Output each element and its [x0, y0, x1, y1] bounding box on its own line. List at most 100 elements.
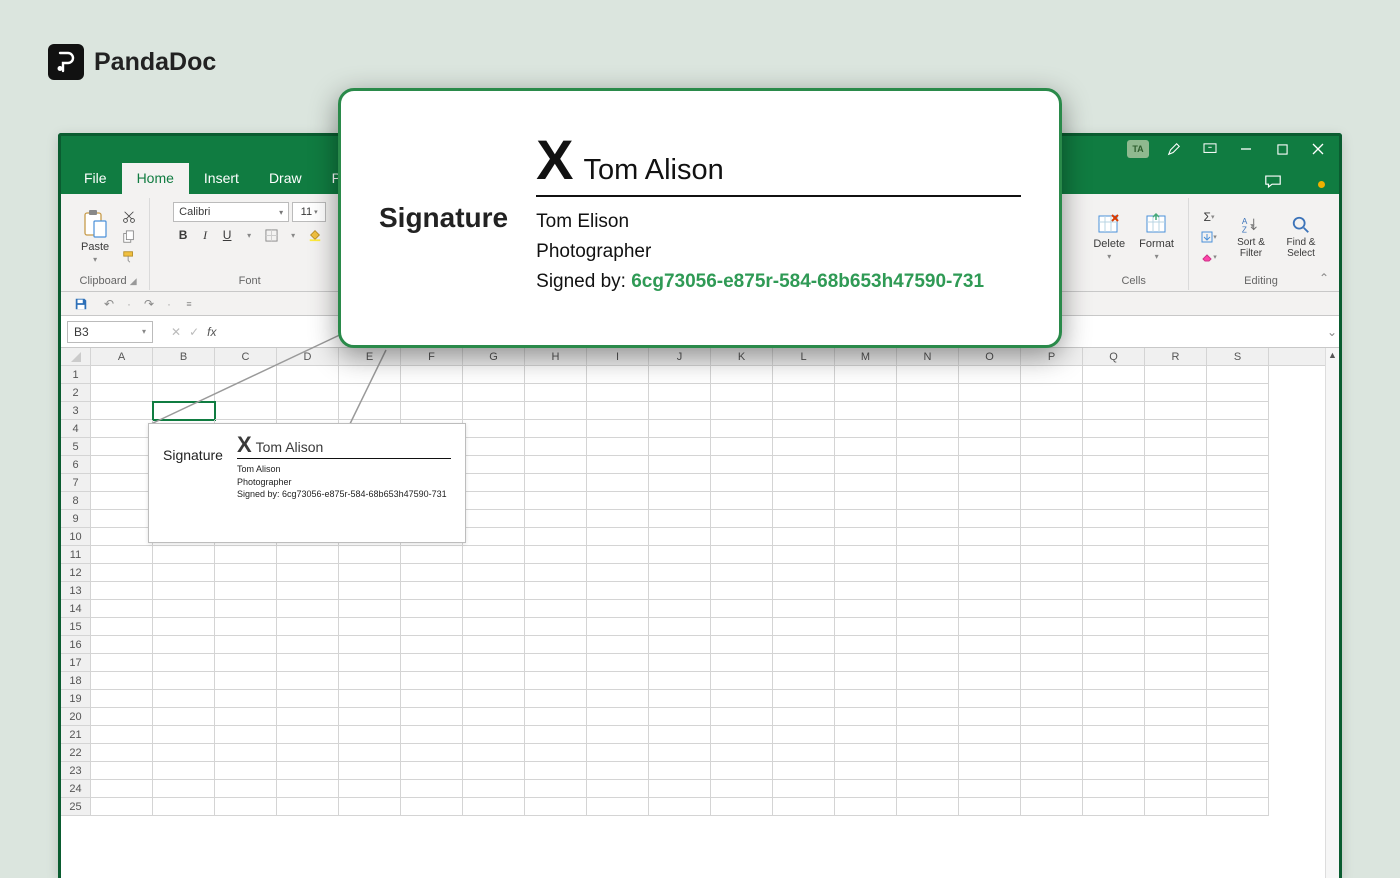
- cell[interactable]: [525, 690, 587, 708]
- cell[interactable]: [711, 654, 773, 672]
- cell[interactable]: [959, 798, 1021, 816]
- cell[interactable]: [587, 456, 649, 474]
- cell[interactable]: [773, 420, 835, 438]
- cell[interactable]: [773, 690, 835, 708]
- cell[interactable]: [1145, 600, 1207, 618]
- cell[interactable]: [339, 618, 401, 636]
- cell[interactable]: [1207, 528, 1269, 546]
- cell[interactable]: [587, 474, 649, 492]
- cell[interactable]: [1021, 636, 1083, 654]
- cell[interactable]: [1207, 510, 1269, 528]
- cell[interactable]: [711, 744, 773, 762]
- cell[interactable]: [711, 510, 773, 528]
- cell[interactable]: [401, 600, 463, 618]
- cell[interactable]: [711, 762, 773, 780]
- cell[interactable]: [587, 690, 649, 708]
- cell[interactable]: [835, 420, 897, 438]
- cell[interactable]: [1021, 744, 1083, 762]
- cell[interactable]: [959, 564, 1021, 582]
- autosum-button[interactable]: Σ ▾: [1199, 208, 1219, 226]
- cell[interactable]: [339, 780, 401, 798]
- cell[interactable]: [339, 402, 401, 420]
- cell[interactable]: [711, 798, 773, 816]
- cell[interactable]: [649, 492, 711, 510]
- cell[interactable]: [463, 708, 525, 726]
- cell[interactable]: [959, 618, 1021, 636]
- cell[interactable]: [959, 708, 1021, 726]
- cell[interactable]: [401, 690, 463, 708]
- cell[interactable]: [525, 366, 587, 384]
- cell[interactable]: [277, 690, 339, 708]
- cell[interactable]: [773, 528, 835, 546]
- comments-icon[interactable]: [1264, 174, 1282, 194]
- cell[interactable]: [153, 726, 215, 744]
- cell[interactable]: [1021, 762, 1083, 780]
- cell[interactable]: [1145, 438, 1207, 456]
- cell[interactable]: [277, 654, 339, 672]
- cell[interactable]: [91, 600, 153, 618]
- cell[interactable]: [897, 510, 959, 528]
- cell[interactable]: [277, 366, 339, 384]
- cell[interactable]: [1145, 456, 1207, 474]
- cell[interactable]: [711, 438, 773, 456]
- tab-draw[interactable]: Draw: [254, 163, 317, 194]
- cell[interactable]: [711, 402, 773, 420]
- cell[interactable]: [649, 780, 711, 798]
- column-header[interactable]: C: [215, 348, 277, 365]
- cell[interactable]: [711, 726, 773, 744]
- cell[interactable]: [463, 402, 525, 420]
- cell[interactable]: [1083, 402, 1145, 420]
- cell[interactable]: [711, 384, 773, 402]
- cell[interactable]: [277, 780, 339, 798]
- cell[interactable]: [1021, 600, 1083, 618]
- cell[interactable]: [339, 744, 401, 762]
- cell[interactable]: [587, 744, 649, 762]
- cell[interactable]: [401, 762, 463, 780]
- cell[interactable]: [773, 726, 835, 744]
- vertical-scrollbar[interactable]: ▲: [1325, 348, 1339, 878]
- cell[interactable]: [91, 798, 153, 816]
- cell[interactable]: [1207, 582, 1269, 600]
- cell[interactable]: [463, 798, 525, 816]
- cell[interactable]: [773, 456, 835, 474]
- cell[interactable]: [153, 546, 215, 564]
- cell[interactable]: [1021, 456, 1083, 474]
- cell[interactable]: [711, 708, 773, 726]
- cell[interactable]: [959, 366, 1021, 384]
- cell[interactable]: [277, 672, 339, 690]
- cell[interactable]: [587, 780, 649, 798]
- cell[interactable]: [835, 726, 897, 744]
- cell[interactable]: [91, 546, 153, 564]
- column-header[interactable]: B: [153, 348, 215, 365]
- cell[interactable]: [1021, 492, 1083, 510]
- cell[interactable]: [339, 600, 401, 618]
- cell[interactable]: [153, 564, 215, 582]
- close-button[interactable]: [1301, 136, 1335, 162]
- cell[interactable]: [773, 510, 835, 528]
- cell[interactable]: [587, 762, 649, 780]
- cell[interactable]: [1207, 762, 1269, 780]
- cell[interactable]: [1083, 780, 1145, 798]
- cell[interactable]: [1207, 564, 1269, 582]
- cell[interactable]: [525, 708, 587, 726]
- cell[interactable]: [1083, 438, 1145, 456]
- cell[interactable]: [339, 654, 401, 672]
- cell[interactable]: [587, 618, 649, 636]
- cell[interactable]: [1207, 798, 1269, 816]
- cell[interactable]: [215, 546, 277, 564]
- cell[interactable]: [835, 690, 897, 708]
- formula-cancel-icon[interactable]: ✕: [171, 325, 181, 339]
- cell[interactable]: [525, 636, 587, 654]
- cell[interactable]: [1021, 546, 1083, 564]
- cell[interactable]: [401, 726, 463, 744]
- cell[interactable]: [153, 654, 215, 672]
- cell[interactable]: [587, 420, 649, 438]
- cell[interactable]: [153, 780, 215, 798]
- cell[interactable]: [711, 456, 773, 474]
- tab-insert[interactable]: Insert: [189, 163, 254, 194]
- cell[interactable]: [649, 690, 711, 708]
- cell[interactable]: [773, 636, 835, 654]
- cell[interactable]: [1145, 582, 1207, 600]
- cell[interactable]: [277, 744, 339, 762]
- cell[interactable]: [711, 528, 773, 546]
